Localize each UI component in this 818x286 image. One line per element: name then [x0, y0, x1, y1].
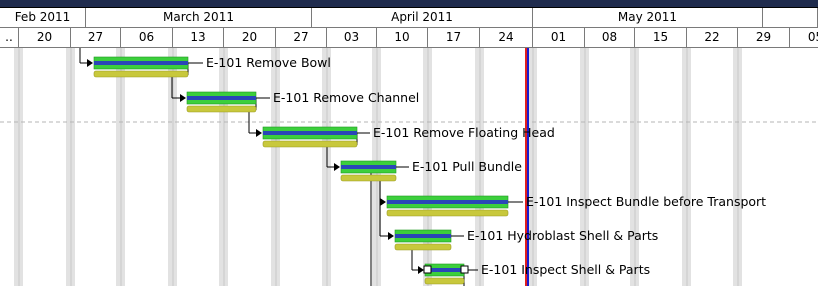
- timescale-week-cell: 10: [377, 28, 428, 48]
- timescale-week-cell: 20: [19, 28, 71, 48]
- timescale-week-cell: 20: [224, 28, 276, 48]
- task-label: E-101 Remove Floating Head: [373, 125, 555, 140]
- task-progress-stripe: [187, 96, 256, 100]
- start-marker: [423, 265, 432, 274]
- timescale-month-cell: March 2011: [86, 8, 312, 28]
- timescale-week-cell: 13: [173, 28, 224, 48]
- timescale-week-cell: 01: [533, 28, 585, 48]
- task-progress-stripe: [387, 200, 508, 204]
- timescale-week-cell: 08: [585, 28, 635, 48]
- dependency-arrowhead: [388, 232, 394, 240]
- task-label: E-101 Inspect Shell & Parts: [481, 262, 650, 277]
- baseline-bar: [424, 277, 465, 285]
- timescale-month-cell: May 2011: [533, 8, 763, 28]
- task-label: E-101 Remove Channel: [273, 90, 419, 105]
- timescale-week-cell: 27: [276, 28, 327, 48]
- header-band: [0, 0, 818, 8]
- timescale-month-cell: April 2011: [312, 8, 533, 28]
- baseline-bar: [262, 140, 358, 148]
- task-label: E-101 Hydroblast Shell & Parts: [467, 228, 658, 243]
- task-progress-stripe: [94, 61, 188, 65]
- timescale-month-cell: Feb 2011: [0, 8, 86, 28]
- baseline-bar: [340, 174, 397, 182]
- timescale-week-cell: 27: [71, 28, 121, 48]
- task-progress-stripe: [263, 131, 357, 135]
- timescale-week-cell: 22: [687, 28, 738, 48]
- finish-marker: [460, 265, 469, 274]
- gantt-chart: Feb 2011 March 2011 April 2011 May 2011 .. 2…: [0, 0, 818, 286]
- dependency-arrowhead: [180, 94, 186, 102]
- dependency-arrowhead: [87, 59, 93, 67]
- task-label: E-101 Pull Bundle: [412, 159, 522, 174]
- baseline-bar: [386, 209, 509, 217]
- baseline-bar: [394, 243, 452, 251]
- task-progress-stripe: [395, 234, 451, 238]
- timescale-week-cell: 15: [635, 28, 687, 48]
- timescale-week-cell: 05: [790, 28, 818, 48]
- task-label: E-101 Remove Bowl: [206, 55, 331, 70]
- gantt-bar-area[interactable]: E-101 Remove Bowl E-101 Remove Channel E-1…: [0, 48, 818, 286]
- task-label: E-101 Inspect Bundle before Transport: [526, 194, 766, 209]
- timescale-week-cell: 06: [121, 28, 173, 48]
- timescale-week-cell: ..: [0, 28, 19, 48]
- baseline-bar: [93, 70, 189, 78]
- dependency-arrowhead: [256, 129, 262, 137]
- timescale-month-cell: [763, 8, 818, 28]
- baseline-bar: [186, 105, 257, 113]
- timescale-week-cell: 29: [738, 28, 790, 48]
- timescale-week-cell: 03: [327, 28, 377, 48]
- timescale-week-cell: 24: [480, 28, 533, 48]
- dependency-arrowhead: [334, 163, 340, 171]
- timescale-week-cell: 17: [428, 28, 480, 48]
- task-progress-stripe: [341, 165, 396, 169]
- dependency-arrowhead: [380, 198, 386, 206]
